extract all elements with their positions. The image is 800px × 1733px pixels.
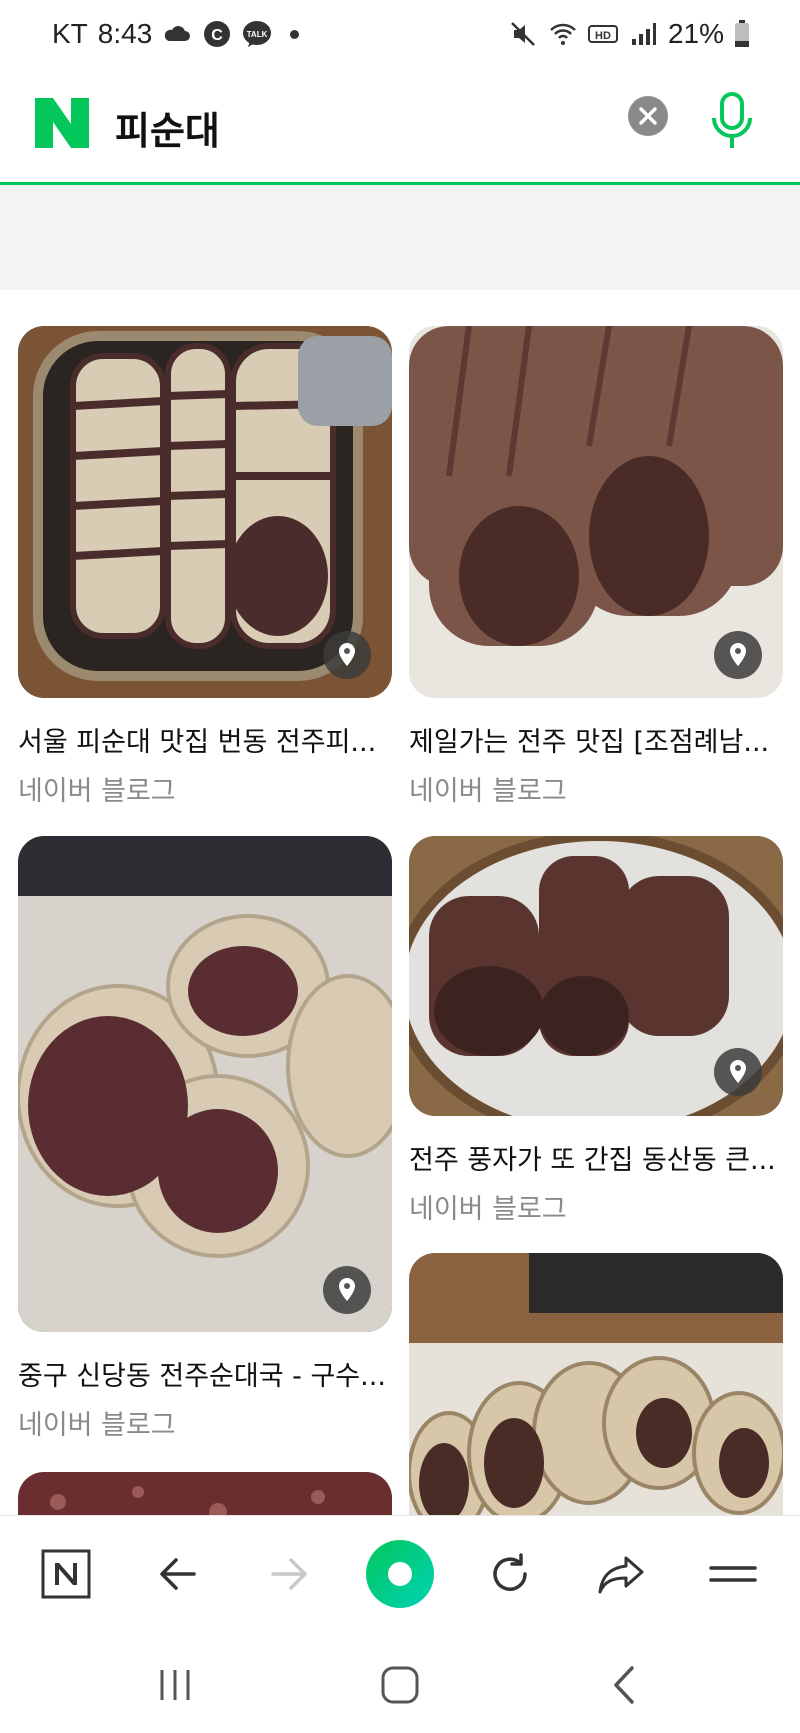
share-icon [598, 1556, 644, 1594]
result-title[interactable]: 제일가는 전주 맛집 [조점례남... [409, 720, 783, 759]
sundae-plate-image [18, 836, 392, 1332]
search-header: 피순대 [0, 76, 800, 185]
location-pin-icon[interactable] [714, 1048, 762, 1096]
location-pin-icon[interactable] [323, 631, 371, 679]
forward-button[interactable] [259, 1544, 319, 1604]
svg-text:TALK: TALK [247, 30, 268, 39]
naver-home-icon [41, 1549, 91, 1599]
result-thumbnail[interactable] [18, 1472, 392, 1515]
result-card[interactable] [409, 1253, 783, 1515]
location-pin-icon[interactable] [714, 631, 762, 679]
result-thumbnail[interactable] [18, 836, 392, 1332]
system-navigation-bar [0, 1630, 800, 1733]
naver-logo-icon[interactable] [35, 98, 89, 148]
mute-icon [511, 22, 535, 46]
back-nav-icon[interactable] [600, 1660, 650, 1710]
result-source[interactable]: 네이버 블로그 [18, 769, 392, 808]
svg-text:HD: HD [595, 30, 611, 42]
battery-icon [735, 20, 749, 47]
divider-band [0, 185, 800, 290]
clock: 8:43 [97, 18, 153, 49]
result-source[interactable]: 네이버 블로그 [409, 1187, 783, 1226]
status-right: HD 21% [508, 18, 750, 50]
image-results-grid: 서울 피순대 맛집 번동 전주피... 네이버 블로그 제일가는 전주 맛집 [… [0, 290, 800, 1515]
c-badge-icon: C [204, 21, 231, 47]
refresh-icon [493, 1553, 527, 1591]
result-card[interactable]: 전주 풍자가 또 간집 동산동 큰... 네이버 블로그 [409, 836, 783, 1226]
home-icon[interactable] [375, 1660, 425, 1710]
sundae-closeup-image [18, 1472, 392, 1515]
arrow-right-icon [271, 1558, 307, 1590]
browser-toolbar [0, 1515, 800, 1631]
sundae-rolls-image [409, 1253, 783, 1515]
close-icon [639, 107, 657, 125]
result-title[interactable]: 전주 풍자가 또 간집 동산동 큰... [409, 1138, 783, 1177]
kakaotalk-icon: TALK [243, 21, 272, 47]
hamburger-menu-icon [709, 1566, 757, 1582]
microphone-icon[interactable] [706, 90, 758, 152]
clear-search-button[interactable] [628, 96, 668, 136]
signal-icon [631, 23, 656, 45]
result-title[interactable]: 중구 신당동 전주순대국 - 구수... [18, 1354, 392, 1393]
menu-button[interactable] [703, 1544, 763, 1604]
arrow-left-icon [160, 1558, 196, 1590]
result-title[interactable]: 서울 피순대 맛집 번동 전주피... [18, 720, 392, 759]
result-card[interactable] [18, 1472, 392, 1515]
notification-dot-icon [290, 29, 300, 39]
result-thumbnail[interactable] [18, 326, 392, 698]
location-pin-icon[interactable] [323, 1266, 371, 1314]
result-thumbnail[interactable] [409, 836, 783, 1116]
refresh-button[interactable] [480, 1544, 540, 1604]
result-card[interactable]: 제일가는 전주 맛집 [조점례남... 네이버 블로그 [409, 326, 783, 808]
battery-percent: 21% [667, 18, 724, 49]
result-source[interactable]: 네이버 블로그 [409, 769, 783, 808]
result-source[interactable]: 네이버 블로그 [18, 1403, 392, 1442]
green-dot-icon [366, 1540, 434, 1608]
result-thumbnail[interactable] [409, 326, 783, 698]
result-card[interactable]: 중구 신당동 전주순대국 - 구수... 네이버 블로그 [18, 836, 392, 1442]
recent-apps-icon[interactable] [150, 1660, 200, 1710]
search-query[interactable]: 피순대 [115, 100, 220, 155]
green-dot-button[interactable] [360, 1534, 440, 1614]
result-card[interactable]: 서울 피순대 맛집 번동 전주피... 네이버 블로그 [18, 326, 392, 808]
svg-text:C: C [212, 27, 224, 44]
status-left: KT 8:43 C TALK [52, 18, 300, 50]
share-button[interactable] [592, 1544, 652, 1604]
wifi-icon [550, 23, 576, 45]
hd-badge-icon: HD [587, 25, 618, 43]
naver-home-button[interactable] [36, 1544, 96, 1604]
cloud-icon [165, 26, 191, 41]
status-bar: KT 8:43 C TALK HD 21% [0, 0, 800, 76]
result-thumbnail[interactable] [409, 1253, 783, 1515]
carrier-label: KT [52, 18, 88, 49]
back-button[interactable] [148, 1544, 208, 1604]
